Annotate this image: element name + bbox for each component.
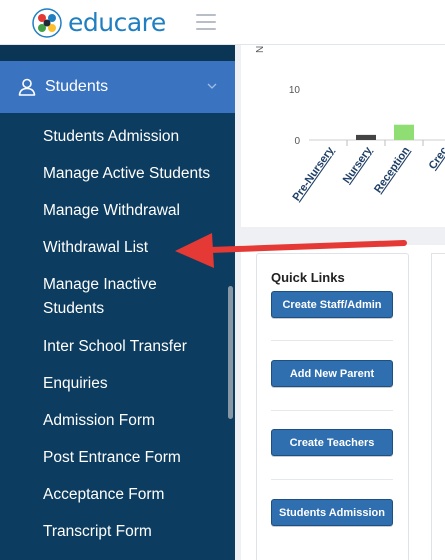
y-tick-label: 10 bbox=[289, 85, 301, 96]
create-staff-admin-button[interactable]: Create Staff/Admin bbox=[271, 291, 393, 318]
bar-reception bbox=[394, 124, 414, 140]
sidebar-item-students-admission[interactable]: Students Admission bbox=[0, 125, 179, 149]
hamburger-icon[interactable] bbox=[196, 14, 216, 30]
sidebar-item-acceptance-form[interactable]: Acceptance Form bbox=[0, 483, 164, 507]
bar-nursery bbox=[356, 134, 376, 140]
side-card bbox=[431, 253, 445, 560]
sidebar-item-manage-withdrawal[interactable]: Manage Withdrawal bbox=[0, 199, 180, 223]
y-tick-label: 0 bbox=[294, 136, 300, 147]
sidebar-section-students[interactable]: Students bbox=[0, 61, 235, 113]
x-tick-label: Pre-Nursery bbox=[291, 144, 337, 203]
sidebar-item-post-entrance-form[interactable]: Post Entrance Form bbox=[0, 446, 181, 470]
bar-chart: N 10 0Pre-Nursery NurseryReception Crec bbox=[255, 46, 445, 203]
chevron-down-icon[interactable] bbox=[207, 81, 217, 91]
sidebar-item-withdrawal-list[interactable]: Withdrawal List bbox=[0, 236, 148, 260]
add-new-parent-button[interactable]: Add New Parent bbox=[271, 360, 393, 387]
y-axis-label: N bbox=[255, 46, 266, 53]
brand-name: educare bbox=[68, 8, 166, 37]
quick-links-title: Quick Links bbox=[271, 270, 345, 285]
user-icon bbox=[18, 78, 36, 96]
sidebar-top-strip bbox=[0, 45, 235, 61]
x-tick-label: Nursery bbox=[341, 144, 375, 186]
x-tick-label: Crec bbox=[427, 145, 445, 172]
sidebar: Students Students Admission Manage Activ… bbox=[0, 45, 235, 560]
sidebar-item-admission-form[interactable]: Admission Form bbox=[0, 409, 155, 433]
chart-card: N 10 0 Pre-Nursery Nursery Reception Crec bbox=[241, 45, 445, 227]
logo-icon bbox=[32, 8, 62, 38]
top-bar: educare bbox=[0, 0, 445, 45]
sidebar-item-enquiries[interactable]: Enquiries bbox=[0, 372, 108, 396]
x-tick-label: Reception bbox=[372, 145, 412, 196]
create-teachers-button[interactable]: Create Teachers bbox=[271, 429, 393, 456]
divider bbox=[271, 479, 393, 480]
sidebar-section-label: Students bbox=[45, 78, 109, 95]
sidebar-item-transcript-form[interactable]: Transcript Form bbox=[0, 520, 152, 544]
divider bbox=[271, 340, 393, 341]
divider bbox=[271, 410, 393, 411]
sidebar-scrollbar[interactable] bbox=[228, 286, 233, 419]
sidebar-item-manage-active-students[interactable]: Manage Active Students bbox=[0, 162, 210, 186]
sidebar-item-manage-inactive-students[interactable]: Manage Inactive Students bbox=[0, 273, 190, 321]
brand-logo[interactable]: educare bbox=[32, 8, 166, 38]
sidebar-item-inter-school-transfer[interactable]: Inter School Transfer bbox=[0, 335, 187, 359]
students-admission-button[interactable]: Students Admission bbox=[271, 499, 393, 526]
